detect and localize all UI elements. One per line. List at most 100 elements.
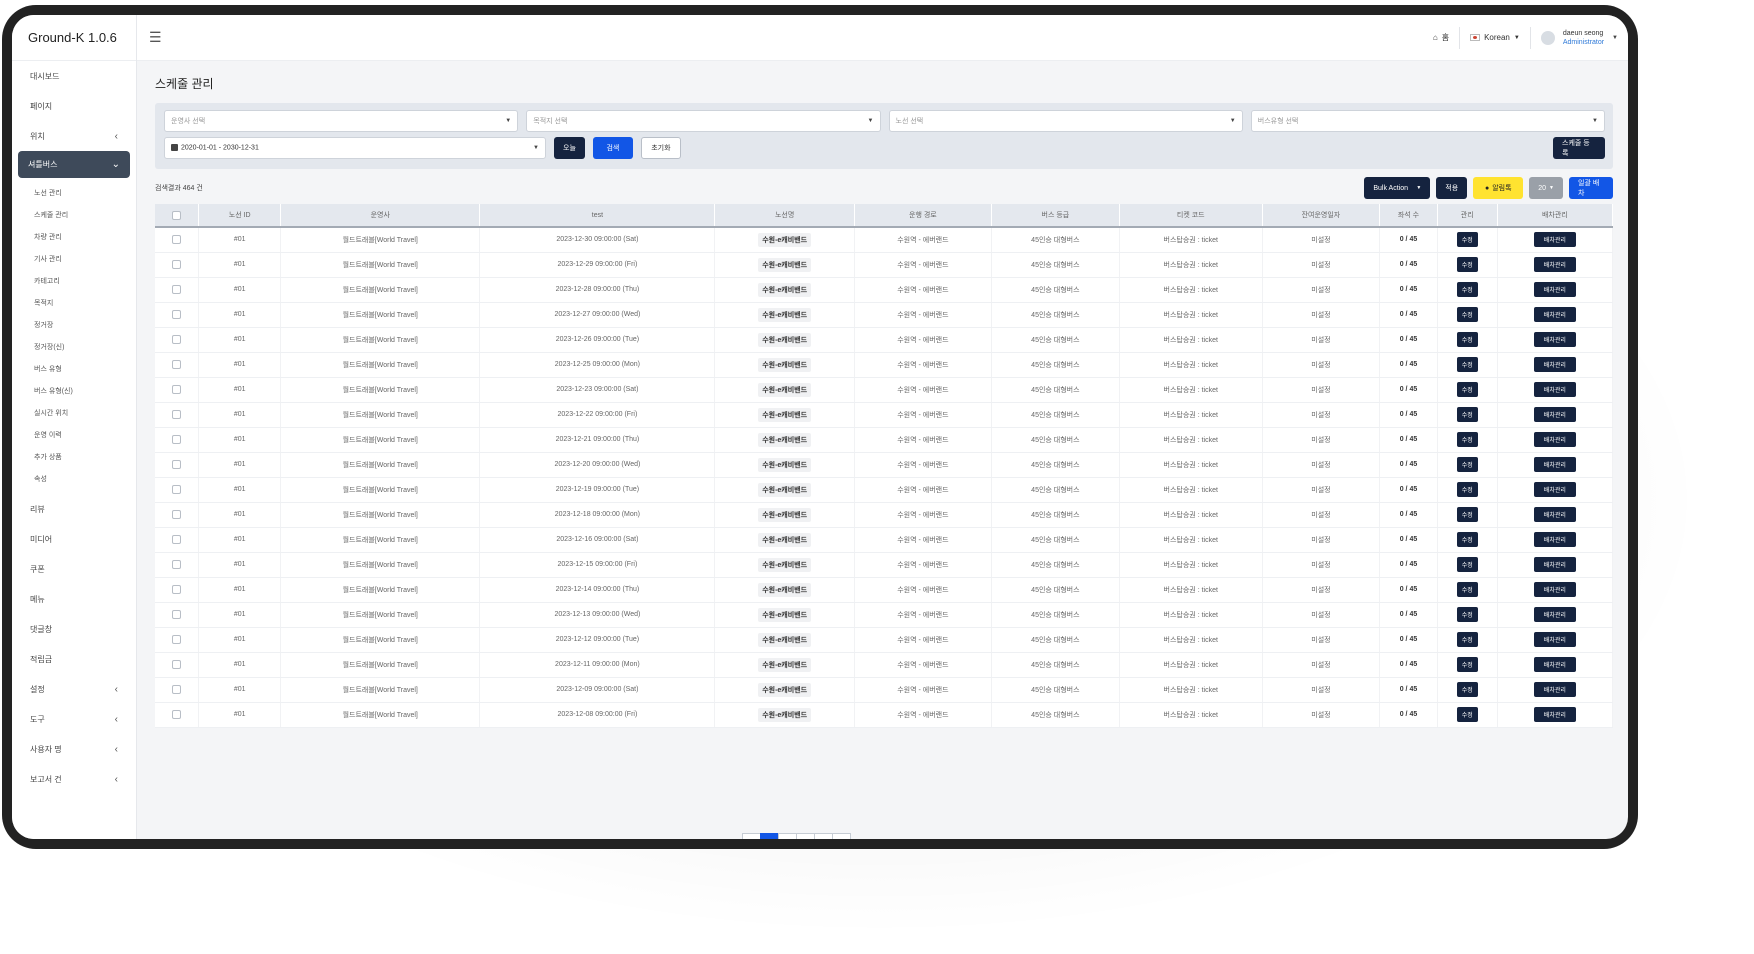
sidebar-subitem[interactable]: 속성 [12,468,136,490]
sidebar-item[interactable]: 적립금 [12,644,136,674]
register-schedule-button[interactable]: 스케줄 등록 [1553,137,1605,159]
row-checkbox[interactable] [172,310,182,319]
sidebar-subitem[interactable]: 스케줄 관리 [12,204,136,226]
seat-management-button[interactable]: 배차관리 [1533,657,1576,672]
seat-management-button[interactable]: 배차관리 [1533,557,1576,572]
seat-management-button[interactable]: 배차관리 [1533,332,1576,347]
edit-button[interactable]: 수정 [1456,507,1478,522]
destination-select[interactable]: 목적지 선택 ▼ [526,110,881,132]
seat-management-button[interactable]: 배차관리 [1533,682,1576,697]
sidebar-item[interactable]: 위치 ‹ [12,121,136,151]
row-checkbox[interactable] [172,260,182,269]
sidebar-subitem[interactable]: 기사 관리 [12,248,136,270]
page-button[interactable] [760,833,779,839]
sidebar-subitem[interactable]: 노선 관리 [12,182,136,204]
edit-button[interactable]: 수정 [1456,532,1478,547]
sidebar-item[interactable]: 페이지 [12,91,136,121]
seat-management-button[interactable]: 배차관리 [1533,582,1576,597]
row-checkbox[interactable] [172,410,182,419]
row-checkbox[interactable] [172,335,182,344]
seat-management-button[interactable]: 배차관리 [1533,457,1576,472]
sidebar-item[interactable]: 댓글창 [12,614,136,644]
bulk-register-button[interactable]: 일괄 배차 [1569,177,1613,199]
seat-management-button[interactable]: 배차관리 [1533,707,1576,722]
user-menu[interactable]: daeun seong Administrator ▼ [1531,29,1618,47]
seat-management-button[interactable]: 배차관리 [1533,632,1576,647]
select-all-checkbox[interactable] [172,210,182,220]
row-checkbox[interactable] [172,285,182,294]
today-button[interactable]: 오늘 [554,137,585,159]
bulk-action-select[interactable]: Bulk Action ▼ [1364,177,1431,199]
edit-button[interactable]: 수정 [1456,307,1478,322]
search-button[interactable]: 검색 [592,137,633,159]
operator-select[interactable]: 운영사 선택 ▼ [164,110,519,132]
sidebar-subitem[interactable]: 차량 관리 [12,226,136,248]
page-button[interactable] [796,833,815,839]
edit-button[interactable]: 수정 [1456,657,1478,672]
row-checkbox[interactable] [172,510,182,519]
row-checkbox[interactable] [172,235,182,245]
route-select[interactable]: 노선 선택 ▼ [888,110,1243,132]
seat-management-button[interactable]: 배차관리 [1533,482,1576,497]
seat-management-button[interactable]: 배차관리 [1533,257,1576,272]
sidebar-subitem[interactable]: 정거장(신) [12,336,136,358]
sidebar-item[interactable]: 보고서 건 ‹ [12,764,136,794]
sidebar-subitem[interactable]: 목적지 [12,292,136,314]
row-checkbox[interactable] [172,385,182,394]
seat-management-button[interactable]: 배차관리 [1533,407,1576,422]
reset-button[interactable]: 초기화 [640,137,681,159]
row-checkbox[interactable] [172,485,182,494]
sidebar-subitem[interactable]: 버스 유형 [12,358,136,380]
seat-management-button[interactable]: 배차관리 [1533,532,1576,547]
page-button[interactable] [778,833,797,839]
page-button[interactable] [832,833,851,839]
sidebar-item[interactable]: 쿠폰 [12,554,136,584]
sidebar-item[interactable]: 리뷰 [12,494,136,524]
edit-button[interactable]: 수정 [1456,582,1478,597]
edit-button[interactable]: 수정 [1456,332,1478,347]
sidebar-subitem[interactable]: 카테고리 [12,270,136,292]
apply-button[interactable]: 적용 [1436,177,1468,199]
row-checkbox[interactable] [172,560,182,569]
edit-button[interactable]: 수정 [1456,707,1478,722]
edit-button[interactable]: 수정 [1456,432,1478,447]
seat-management-button[interactable]: 배차관리 [1533,507,1576,522]
sidebar-item[interactable]: 메뉴 [12,584,136,614]
row-checkbox[interactable] [172,585,182,594]
row-checkbox[interactable] [172,460,182,469]
edit-button[interactable]: 수정 [1456,607,1478,622]
sidebar-item[interactable]: 대시보드 [12,61,136,91]
seat-management-button[interactable]: 배차관리 [1533,382,1576,397]
edit-button[interactable]: 수정 [1456,457,1478,472]
seat-management-button[interactable]: 배차관리 [1533,232,1576,248]
row-checkbox[interactable] [172,710,182,719]
edit-button[interactable]: 수정 [1456,282,1478,297]
bustype-select[interactable]: 버스유형 선택 ▼ [1250,110,1605,132]
row-checkbox[interactable] [172,610,182,619]
seat-management-button[interactable]: 배차관리 [1533,432,1576,447]
header-select-all[interactable] [155,204,200,228]
seat-management-button[interactable]: 배차관리 [1533,307,1576,322]
row-checkbox[interactable] [172,635,182,644]
edit-button[interactable]: 수정 [1456,632,1478,647]
home-link[interactable]: ⌂ 홈 [1423,15,1459,60]
row-checkbox[interactable] [172,660,182,669]
sidebar-item[interactable]: 설정 ‹ [12,674,136,704]
seat-management-button[interactable]: 배차관리 [1533,607,1576,622]
row-checkbox[interactable] [172,435,182,444]
sidebar-item[interactable]: 도구 ‹ [12,704,136,734]
edit-button[interactable]: 수정 [1456,382,1478,397]
language-selector[interactable]: Korean ▼ [1460,15,1530,60]
sidebar-subitem[interactable]: 실시간 위치 [12,402,136,424]
row-checkbox[interactable] [172,360,182,369]
sidebar-item-shuttle[interactable]: 셔틀버스 ⌄ [18,151,130,178]
edit-button[interactable]: 수정 [1456,257,1478,272]
sidebar-subitem[interactable]: 추가 상품 [12,446,136,468]
sidebar-subitem[interactable]: 정거장 [12,314,136,336]
page-button[interactable] [742,833,761,839]
per-page-select[interactable]: 20 ▼ [1529,177,1563,199]
row-checkbox[interactable] [172,685,182,694]
seat-management-button[interactable]: 배차관리 [1533,357,1576,372]
edit-button[interactable]: 수정 [1456,682,1478,697]
edit-button[interactable]: 수정 [1456,407,1478,422]
